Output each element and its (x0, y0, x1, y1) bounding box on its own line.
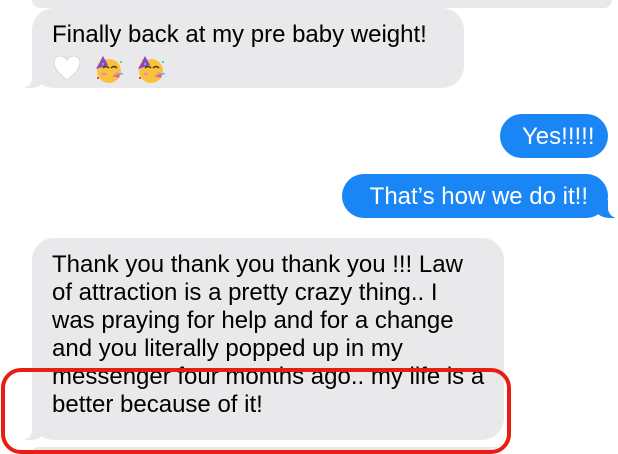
message-thread: Finally back at my pre baby weight! Yes!… (0, 0, 618, 454)
emoji-row (52, 53, 446, 87)
message-text: Yes!!!!! (522, 123, 595, 150)
previous-message-bubble-edge[interactable] (32, 0, 612, 8)
message-text: Thank you thank you thank you !!! Law of… (52, 251, 485, 418)
message-text: That’s how we do it!! (369, 183, 588, 210)
partying-face-icon (95, 56, 123, 83)
message-text: Finally back at my pre baby weight! (52, 21, 427, 48)
partying-face-icon (138, 56, 166, 83)
sent-message-bubble[interactable]: Yes!!!!! (500, 114, 608, 158)
white-heart-icon (53, 55, 81, 81)
received-message-bubble[interactable]: Finally back at my pre baby weight! (20, 8, 464, 88)
next-message-bubble-edge[interactable] (32, 447, 502, 453)
sent-message-bubble[interactable]: That’s how we do it!! (342, 174, 618, 218)
received-message-bubble[interactable]: Thank you thank you thank you !!! Law of… (20, 238, 504, 440)
